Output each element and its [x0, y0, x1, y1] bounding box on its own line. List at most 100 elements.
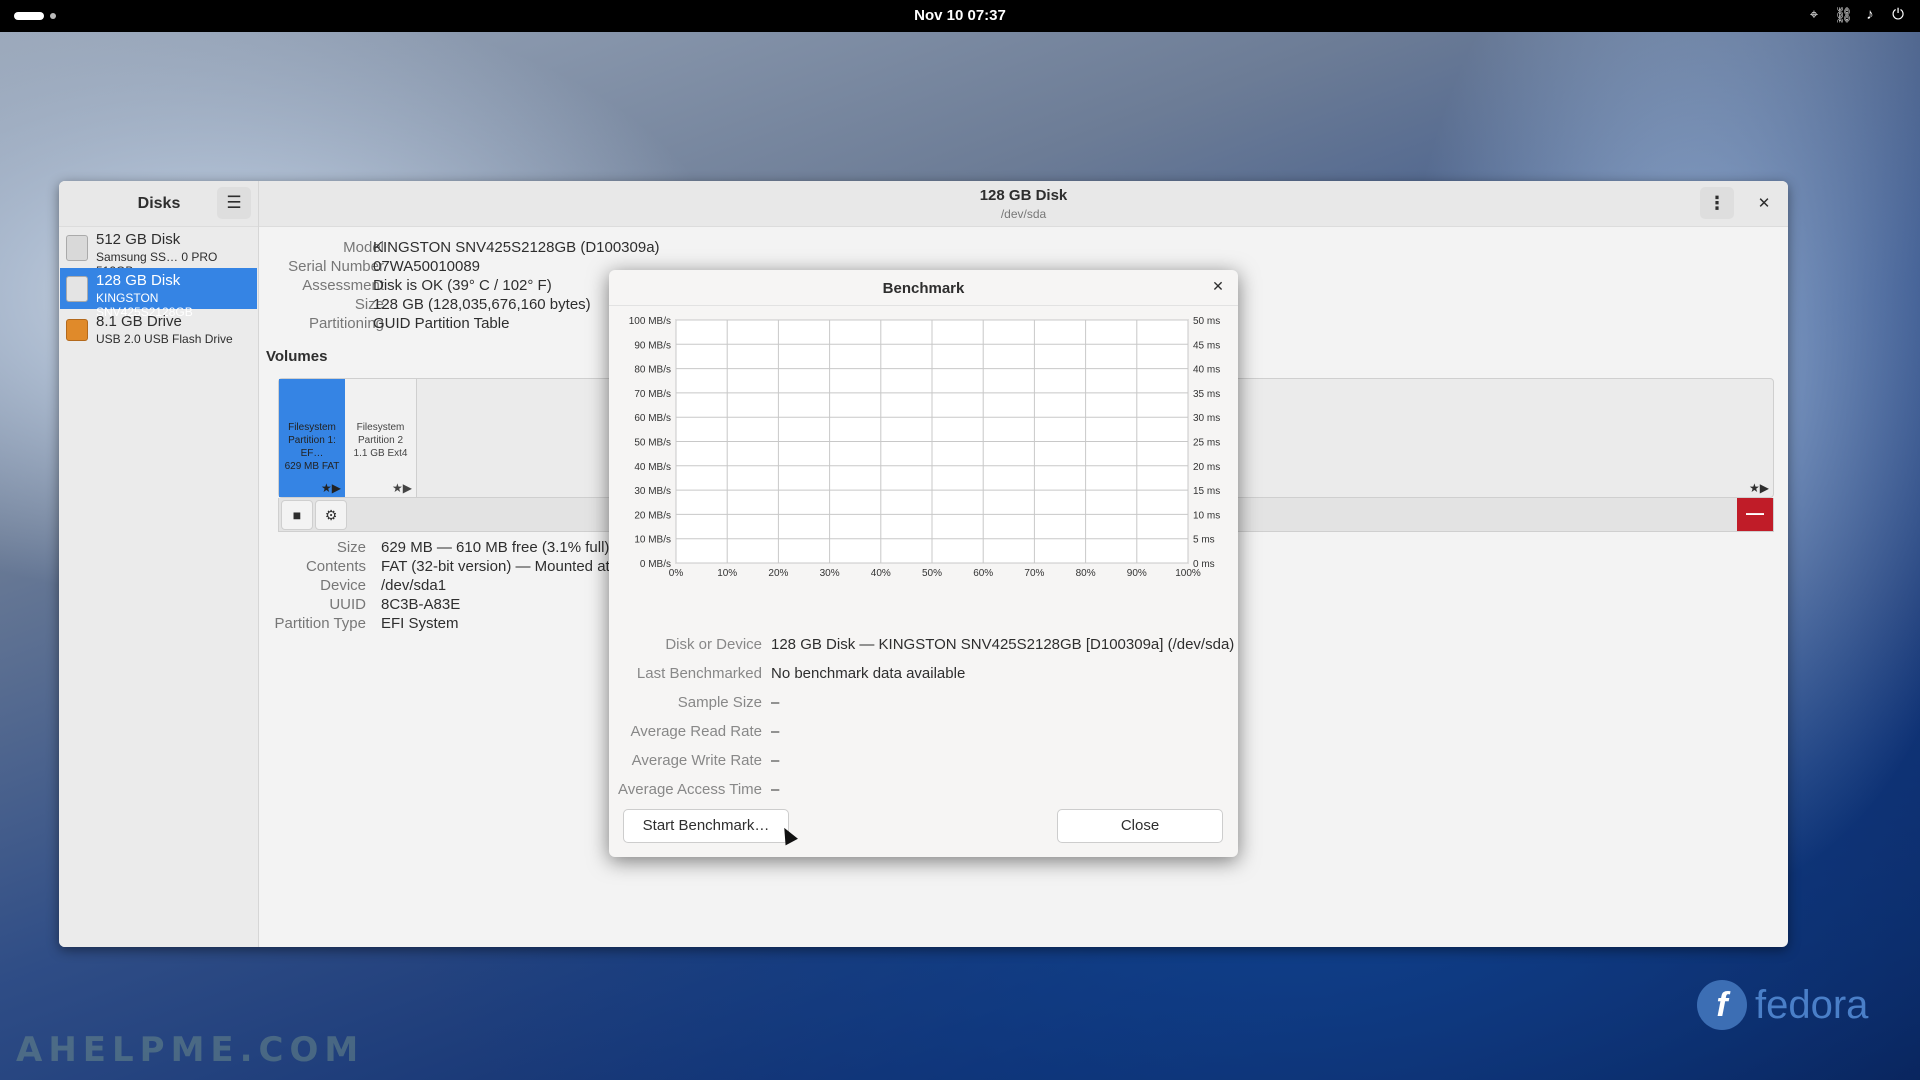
info-value: 128 GB (128,035,676,160 bytes) — [373, 296, 591, 313]
info-value: 8C3B-A83E — [381, 596, 461, 613]
clock[interactable]: Nov 10 07:37 — [0, 7, 1920, 24]
field-value: – — [771, 723, 780, 740]
volumes-title: Volumes — [266, 348, 328, 365]
x-tick-label: 90% — [1127, 568, 1147, 576]
y-left-tick-label: 60 MB/s — [634, 413, 671, 424]
x-tick-label: 10% — [717, 568, 737, 576]
info-label: Serial Number — [288, 258, 384, 275]
start-benchmark-button[interactable]: Start Benchmark… — [623, 809, 789, 843]
x-tick-label: 30% — [820, 568, 840, 576]
x-tick-label: 60% — [973, 568, 993, 576]
field-value: – — [771, 752, 780, 769]
y-right-tick-label: 35 ms — [1193, 389, 1220, 400]
kebab-menu-icon: ⋮ — [1708, 193, 1726, 213]
close-button[interactable]: Close — [1057, 809, 1223, 843]
partition-label: 629 MB FAT — [284, 461, 340, 472]
disk-name: 8.1 GB Drive — [96, 313, 182, 330]
partition-2[interactable]: Filesystem Partition 2 1.1 GB Ext4 ★▶ — [345, 379, 417, 497]
field-label: Last Benchmarked — [636, 665, 762, 682]
partition-label: Partition 2 — [357, 435, 404, 446]
mount-star-icon: ★▶ — [1749, 481, 1769, 495]
info-value: /dev/sda1 — [381, 577, 447, 594]
window-subtitle: /dev/sda — [1000, 207, 1047, 221]
disk-menu-button[interactable]: ⋮ — [1700, 187, 1734, 219]
info-value: KINGSTON SNV425S2128GB (D100309a) — [373, 239, 660, 256]
disk-subtitle: USB 2.0 USB Flash Drive — [96, 332, 233, 346]
field-label: Average Write Rate — [631, 752, 762, 769]
info-label: Partition Type — [274, 615, 366, 632]
disk-item-128gb[interactable]: 128 GB Disk KINGSTON SNV425S2128GB — [60, 268, 257, 319]
mount-star-icon: ★▶ — [321, 481, 341, 495]
network-icon[interactable]: ⛓ — [1834, 6, 1853, 24]
x-tick-label: 70% — [1024, 568, 1044, 576]
field-value: – — [771, 694, 780, 711]
info-label: Device — [320, 577, 366, 594]
y-right-tick-label: 15 ms — [1193, 486, 1220, 497]
y-left-tick-label: 40 MB/s — [634, 462, 671, 473]
field-label: Sample Size — [677, 694, 762, 711]
y-right-tick-label: 5 ms — [1193, 535, 1215, 546]
info-label: Contents — [305, 558, 366, 575]
gear-icon: ⚙ — [324, 507, 338, 523]
benchmark-dialog: Benchmark ✕ 0% 10% 20% 30% 40% 50% 60% 70% 80% 90… — [609, 270, 1238, 857]
main-menu-button[interactable]: ☰ — [217, 187, 251, 219]
y-left-tick-label: 30 MB/s — [634, 486, 671, 497]
unmount-button[interactable]: ■ — [281, 500, 313, 530]
info-label: Size — [336, 539, 366, 556]
drive-harddisk-icon — [66, 235, 88, 261]
partition-options-button[interactable]: ⚙ — [315, 500, 347, 530]
info-value: GUID Partition Table — [373, 315, 510, 332]
y-right-tick-label: 25 ms — [1193, 438, 1220, 449]
header-bar: 128 GB Disk /dev/sda ⋮ ✕ — [259, 181, 1788, 227]
disk-item-512gb[interactable]: 512 GB Disk Samsung SS… 0 PRO 512GB — [60, 227, 257, 278]
info-value: 629 MB — 610 MB free (3.1% full) — [381, 539, 610, 556]
disk-name: 512 GB Disk — [96, 231, 181, 248]
field-label: Disk or Device — [665, 636, 762, 653]
delete-partition-button[interactable]: — — [1737, 498, 1773, 531]
info-value: FAT (32-bit version) — Mounted at / — [381, 558, 619, 575]
info-value: EFI System — [381, 615, 459, 632]
x-tick-label: 40% — [871, 568, 891, 576]
field-label: Average Read Rate — [630, 723, 762, 740]
y-left-tick-label: 20 MB/s — [634, 510, 671, 521]
close-icon: ✕ — [1757, 195, 1771, 212]
fedora-icon: f — [1697, 980, 1747, 1030]
top-bar: Nov 10 07:37 ⌖ ⛓ ♪ ⏻ — [0, 0, 1920, 32]
y-left-tick-label: 90 MB/s — [634, 340, 671, 351]
partition-1[interactable]: Filesystem Partition 1: EF… 629 MB FAT ★… — [279, 379, 345, 497]
window-close-button[interactable]: ✕ — [1754, 194, 1774, 214]
stop-icon: ■ — [292, 507, 302, 523]
field-value: – — [771, 781, 780, 798]
partition-label: Partition 1: EF… — [288, 435, 336, 459]
close-icon: ✕ — [1212, 278, 1224, 294]
info-value: Disk is OK (39° C / 102° F) — [373, 277, 552, 294]
y-right-tick-label: 45 ms — [1193, 340, 1220, 351]
power-icon[interactable]: ⏻ — [1890, 6, 1906, 24]
y-right-tick-label: 20 ms — [1193, 462, 1220, 473]
y-left-tick-label: 0 MB/s — [640, 559, 671, 570]
minus-icon: — — [1746, 503, 1764, 523]
partition-label: 1.1 GB Ext4 — [353, 448, 408, 459]
y-left-tick-label: 70 MB/s — [634, 389, 671, 400]
field-value: No benchmark data available — [771, 665, 966, 682]
partition-label: Filesystem — [356, 422, 405, 433]
y-left-tick-label: 80 MB/s — [634, 365, 671, 376]
field-label: Average Access Time — [618, 781, 762, 798]
dialog-close-button[interactable]: ✕ — [1208, 278, 1228, 298]
x-tick-label: 20% — [768, 568, 788, 576]
x-tick-label: 80% — [1076, 568, 1096, 576]
info-label: UUID — [329, 596, 366, 613]
window-title: 128 GB Disk — [979, 187, 1068, 204]
drive-harddisk-icon — [66, 276, 88, 302]
usb-drive-icon — [66, 319, 88, 341]
disk-item-usb[interactable]: 8.1 GB Drive USB 2.0 USB Flash Drive — [60, 309, 257, 350]
info-label: Assessment — [302, 277, 384, 294]
y-left-tick-label: 50 MB/s — [634, 438, 671, 449]
y-right-tick-label: 10 ms — [1193, 510, 1220, 521]
location-icon[interactable]: ⌖ — [1806, 6, 1822, 24]
volume-icon[interactable]: ♪ — [1862, 6, 1878, 24]
disk-name: 128 GB Disk — [96, 272, 181, 289]
y-right-tick-label: 30 ms — [1193, 413, 1220, 424]
y-right-tick-label: 0 ms — [1193, 559, 1215, 570]
y-left-tick-label: 100 MB/s — [629, 316, 671, 327]
